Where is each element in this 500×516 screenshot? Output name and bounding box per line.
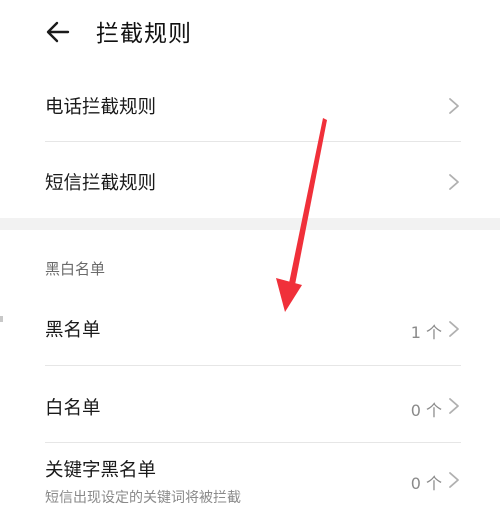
blacklist-label: 黑名单 (45, 320, 101, 341)
page-title: 拦截规则 (96, 21, 192, 47)
whitelist-label: 白名单 (45, 398, 101, 419)
blacklist-item[interactable]: 黑名单 1 个 (0, 292, 500, 364)
divider (45, 141, 461, 142)
section-gap (0, 218, 500, 230)
divider (45, 442, 461, 443)
chevron-right-icon (449, 472, 459, 488)
blacklist-count: 1 个 (410, 323, 442, 342)
chevron-right-icon (449, 398, 459, 414)
whitelist-item[interactable]: 白名单 0 个 (0, 370, 500, 440)
arrow-left-icon[interactable] (44, 18, 72, 46)
keyword-blacklist-description: 短信出现设定的关键词将被拦截 (45, 490, 241, 506)
call-rules-item[interactable]: 电话拦截规则 (0, 72, 500, 140)
keyword-blacklist-item[interactable]: 关键字黑名单 短信出现设定的关键词将被拦截 0 个 (0, 446, 500, 516)
chevron-right-icon (449, 321, 459, 337)
call-rules-label: 电话拦截规则 (45, 97, 157, 118)
sms-rules-label: 短信拦截规则 (45, 173, 157, 194)
section-header-lists: 黑白名单 (45, 260, 106, 278)
divider (45, 365, 461, 366)
chevron-right-icon (449, 174, 459, 190)
keyword-blacklist-count: 0 个 (410, 474, 442, 493)
chevron-right-icon (449, 98, 459, 114)
keyword-blacklist-label: 关键字黑名单 (45, 460, 157, 481)
whitelist-count: 0 个 (410, 401, 442, 420)
sms-rules-item[interactable]: 短信拦截规则 (0, 148, 500, 216)
app-header: 拦截规则 (0, 0, 500, 64)
